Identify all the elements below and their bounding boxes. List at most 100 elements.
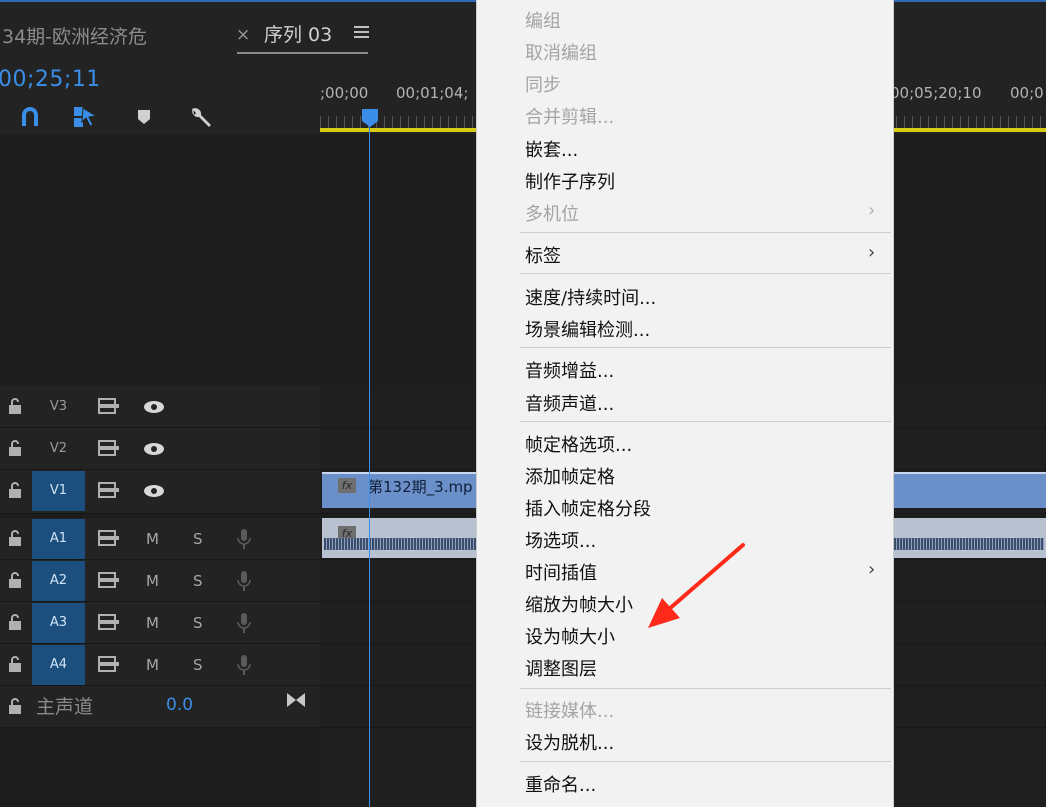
- menu-item-rename[interactable]: 重命名...: [525, 771, 596, 797]
- lock-icon[interactable]: [8, 482, 22, 498]
- submenu-arrow-icon: ›: [868, 559, 876, 580]
- menu-separator: [520, 688, 891, 689]
- solo-button[interactable]: S: [193, 572, 203, 590]
- menu-item-add-frame-hold[interactable]: 添加帧定格: [525, 463, 615, 489]
- track-output-icon[interactable]: [98, 440, 120, 456]
- master-volume-value[interactable]: 0.0: [166, 695, 193, 715]
- track-header-v2: V2: [0, 428, 320, 470]
- solo-button[interactable]: S: [193, 614, 203, 632]
- lock-icon[interactable]: [8, 572, 22, 588]
- menu-item-synchronize[interactable]: 同步: [525, 71, 561, 97]
- active-tab-underline: [237, 52, 368, 54]
- menu-item-ungroup[interactable]: 取消编组: [525, 39, 597, 65]
- track-name-v3[interactable]: V3: [32, 387, 85, 427]
- microphone-icon[interactable]: [237, 570, 251, 592]
- menu-item-time-interpolation[interactable]: 时间插值: [525, 559, 597, 585]
- track-output-icon[interactable]: [98, 398, 120, 414]
- microphone-icon[interactable]: [237, 528, 251, 550]
- menu-item-frame-hold-options[interactable]: 帧定格选项...: [525, 431, 632, 457]
- microphone-icon[interactable]: [237, 654, 251, 676]
- submenu-arrow-icon: ›: [868, 242, 876, 263]
- clip-context-menu: 编组 取消编组 同步 合并剪辑... 嵌套... 制作子序列 多机位 › 标签 …: [476, 0, 894, 807]
- eye-icon[interactable]: [143, 442, 165, 456]
- menu-separator: [520, 421, 891, 422]
- mute-button[interactable]: M: [146, 572, 159, 590]
- ruler-label: 00;01;04;: [396, 84, 469, 102]
- track-name-a1[interactable]: A1: [32, 519, 85, 559]
- snap-magnet-icon[interactable]: [17, 104, 43, 130]
- lock-icon[interactable]: [8, 614, 22, 630]
- track-name-v1[interactable]: V1: [32, 471, 85, 511]
- ruler-label: 00;05;20;10: [890, 84, 982, 102]
- track-output-icon[interactable]: [98, 614, 120, 630]
- mute-button[interactable]: M: [146, 656, 159, 674]
- menu-item-insert-frame-hold-segment[interactable]: 插入帧定格分段: [525, 495, 651, 521]
- menu-item-set-to-frame-size[interactable]: 设为帧大小: [525, 623, 615, 649]
- menu-item-merge-clips[interactable]: 合并剪辑...: [525, 103, 614, 129]
- master-track-label: 主声道: [36, 696, 94, 718]
- microphone-icon[interactable]: [237, 612, 251, 634]
- menu-item-scene-edit-detection[interactable]: 场景编辑检测...: [525, 316, 650, 342]
- menu-item-link-media[interactable]: 链接媒体...: [525, 697, 614, 723]
- lock-icon[interactable]: [8, 440, 22, 456]
- menu-separator: [520, 273, 891, 274]
- tab-sequence-34[interactable]: 34期-欧洲经济危: [2, 22, 147, 49]
- track-header-a2: A2 M S: [0, 560, 320, 602]
- track-header-a1: A1 M S: [0, 518, 320, 560]
- mute-button[interactable]: M: [146, 614, 159, 632]
- menu-separator: [520, 347, 891, 348]
- menu-item-adjustment-layer[interactable]: 调整图层: [525, 655, 597, 681]
- lock-icon[interactable]: [8, 656, 22, 672]
- track-name-v2[interactable]: V2: [32, 429, 85, 469]
- track-header-empty-area: [0, 134, 320, 386]
- playhead-line[interactable]: [369, 124, 370, 807]
- lock-icon[interactable]: [8, 698, 22, 714]
- fx-badge: fx: [338, 478, 356, 493]
- eye-icon[interactable]: [143, 484, 165, 498]
- track-header-v3: V3: [0, 386, 320, 428]
- menu-item-make-offline[interactable]: 设为脱机...: [525, 729, 614, 755]
- annotation-arrow-icon: [648, 543, 745, 628]
- track-name-a3[interactable]: A3: [32, 603, 85, 643]
- track-output-icon[interactable]: [98, 482, 120, 498]
- eye-icon[interactable]: [143, 400, 165, 414]
- menu-item-multi-camera[interactable]: 多机位: [525, 200, 579, 226]
- track-output-icon[interactable]: [98, 530, 120, 546]
- menu-item-make-subsequence[interactable]: 制作子序列: [525, 168, 615, 194]
- close-tab-icon[interactable]: ×: [236, 25, 250, 45]
- tab-sequence-03[interactable]: 序列 03: [264, 20, 332, 47]
- timeline-toolbar: 00;25;11: [0, 64, 320, 134]
- hamburger-menu-icon[interactable]: [354, 26, 369, 41]
- lock-icon[interactable]: [8, 398, 22, 414]
- submenu-arrow-icon: ›: [868, 200, 876, 221]
- track-header-a3: A3 M S: [0, 602, 320, 644]
- menu-separator: [520, 761, 891, 762]
- menu-item-speed-duration[interactable]: 速度/持续时间...: [525, 284, 656, 310]
- playhead-handle[interactable]: [361, 108, 379, 128]
- video-clip-name: 第132期_3.mp: [368, 478, 473, 496]
- menu-item-audio-channels[interactable]: 音频声道...: [525, 390, 614, 416]
- track-header-a4: A4 M S: [0, 644, 320, 686]
- linked-selection-icon[interactable]: [72, 104, 98, 130]
- playhead-timecode[interactable]: 00;25;11: [0, 67, 101, 92]
- menu-item-scale-to-frame-size[interactable]: 缩放为帧大小: [525, 591, 633, 617]
- mute-button[interactable]: M: [146, 530, 159, 548]
- solo-button[interactable]: S: [193, 530, 203, 548]
- track-output-icon[interactable]: [98, 656, 120, 672]
- menu-item-nest[interactable]: 嵌套...: [525, 136, 578, 162]
- track-name-a4[interactable]: A4: [32, 645, 85, 685]
- master-bowtie-icon[interactable]: [286, 692, 306, 708]
- wrench-icon[interactable]: [187, 104, 213, 130]
- menu-item-group[interactable]: 编组: [525, 7, 561, 33]
- ruler-label: 00;0: [1010, 84, 1044, 102]
- add-marker-icon[interactable]: [131, 104, 157, 130]
- track-output-icon[interactable]: [98, 572, 120, 588]
- menu-separator: [520, 232, 891, 233]
- lock-icon[interactable]: [8, 530, 22, 546]
- ruler-label: ;00;00: [320, 84, 369, 102]
- solo-button[interactable]: S: [193, 656, 203, 674]
- menu-item-field-options[interactable]: 场选项...: [525, 527, 596, 553]
- track-name-a2[interactable]: A2: [32, 561, 85, 601]
- menu-item-audio-gain[interactable]: 音频增益...: [525, 357, 614, 383]
- menu-item-label[interactable]: 标签: [525, 242, 561, 268]
